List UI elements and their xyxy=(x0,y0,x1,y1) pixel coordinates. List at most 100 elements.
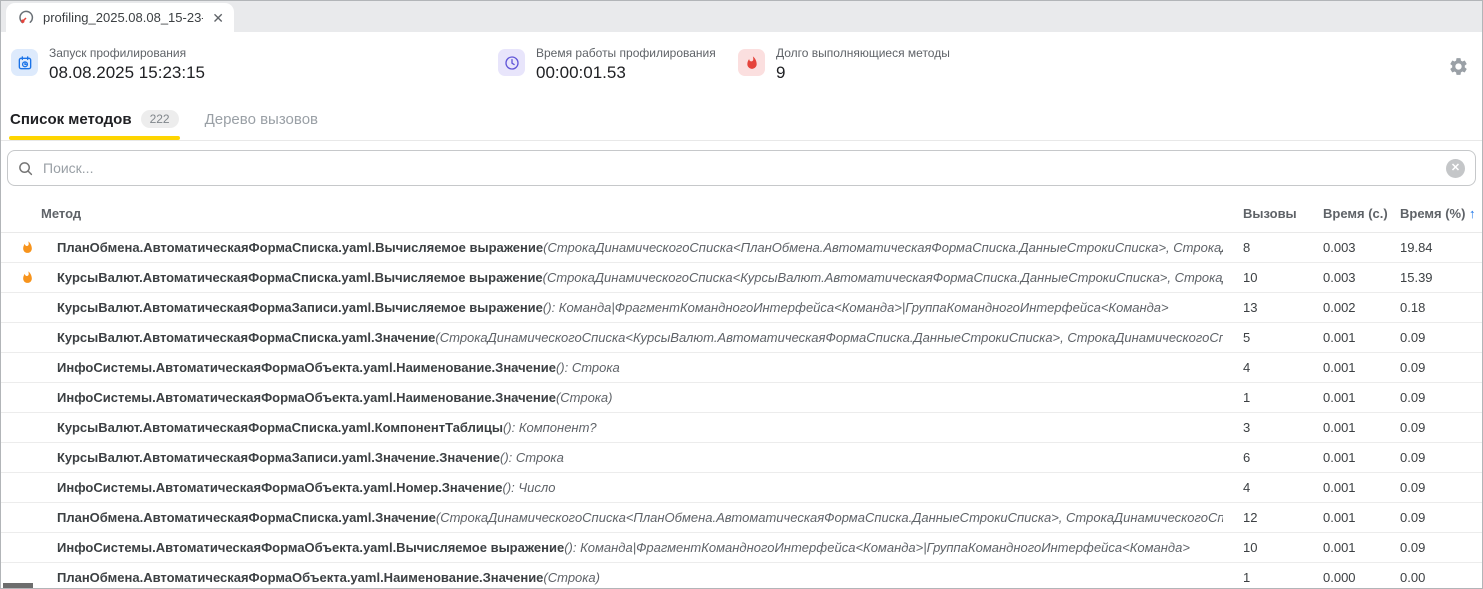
method-cell: ПланОбмена.АвтоматическаяФормаСписка.yam… xyxy=(1,510,1223,525)
table-row[interactable]: ПланОбмена.АвтоматическаяФормаОбъекта.ya… xyxy=(1,563,1482,589)
calls-value: 12 xyxy=(1223,510,1303,525)
time-pct-value: 15.39 xyxy=(1386,270,1482,285)
table-row[interactable]: ИнфоСистемы.АвтоматическаяФормаОбъекта.y… xyxy=(1,473,1482,503)
time-pct-value: 0.09 xyxy=(1386,510,1482,525)
gauge-icon xyxy=(18,10,34,26)
calls-value: 10 xyxy=(1223,540,1303,555)
method-signature: (СтрокаДинамическогоСписка<КурсыВалют.Ав… xyxy=(435,330,1223,345)
method-name: ПланОбмена.АвтоматическаяФормаСписка.yam… xyxy=(57,240,543,255)
method-name: ИнфоСистемы.АвтоматическаяФормаОбъекта.y… xyxy=(57,390,556,405)
column-header-time-pct[interactable]: Время (%) ↑ xyxy=(1386,206,1482,221)
method-text: КурсыВалют.АвтоматическаяФормаСписка.yam… xyxy=(57,420,597,435)
search-bar: ✕ xyxy=(7,150,1476,186)
calls-value: 1 xyxy=(1223,390,1303,405)
flame-icon xyxy=(21,241,36,254)
table-row[interactable]: КурсыВалют.АвтоматическаяФормаЗаписи.yam… xyxy=(1,443,1482,473)
column-header-calls[interactable]: Вызовы xyxy=(1223,206,1303,221)
tab-method-list[interactable]: Список методов 222 xyxy=(9,98,180,140)
stat-label: Запуск профилирования xyxy=(49,46,205,60)
method-cell: ИнфоСистемы.АвтоматическаяФормаОбъекта.y… xyxy=(1,480,1223,495)
clear-search-icon[interactable]: ✕ xyxy=(1446,159,1465,178)
method-signature: (СтрокаДинамическогоСписка<КурсыВалют.Ав… xyxy=(543,270,1223,285)
profiler-window: profiling_2025.08.08_15-23-15 ✕ Запуск п… xyxy=(0,0,1483,589)
calls-value: 4 xyxy=(1223,360,1303,375)
table-row[interactable]: КурсыВалют.АвтоматическаяФормаСписка.yam… xyxy=(1,263,1482,293)
stat-profiling-duration: Время работы профилирования 00:00:01.53 xyxy=(498,46,716,83)
method-name: ИнфоСистемы.АвтоматическаяФормаОбъекта.y… xyxy=(57,360,556,375)
window-tab-title: profiling_2025.08.08_15-23-15 xyxy=(43,10,203,25)
table-body: ПланОбмена.АвтоматическаяФормаСписка.yam… xyxy=(1,233,1482,589)
method-text: ПланОбмена.АвтоматическаяФормаСписка.yam… xyxy=(57,240,1223,255)
method-name: КурсыВалют.АвтоматическаяФормаСписка.yam… xyxy=(57,420,503,435)
stat-value: 9 xyxy=(776,63,950,83)
column-header-method[interactable]: Метод xyxy=(1,206,1223,221)
method-signature: (): Команда|ФрагментКомандногоИнтерфейса… xyxy=(543,300,1169,315)
search-input[interactable] xyxy=(41,159,1438,177)
profiling-window-tab[interactable]: profiling_2025.08.08_15-23-15 ✕ xyxy=(6,3,234,32)
tab-call-tree[interactable]: Дерево вызовов xyxy=(204,98,319,140)
method-cell: КурсыВалют.АвтоматическаяФормаЗаписи.yam… xyxy=(1,300,1223,315)
method-cell: КурсыВалют.АвтоматическаяФормаСписка.yam… xyxy=(1,270,1223,285)
calendar-clock-icon xyxy=(11,49,38,76)
tab-label: Дерево вызовов xyxy=(205,111,318,128)
calls-value: 13 xyxy=(1223,300,1303,315)
window-tab-bar: profiling_2025.08.08_15-23-15 ✕ xyxy=(1,1,1482,32)
method-name: КурсыВалют.АвтоматическаяФормаСписка.yam… xyxy=(57,330,435,345)
time-pct-value: 0.09 xyxy=(1386,540,1482,555)
table-row[interactable]: ИнфоСистемы.АвтоматическаяФормаОбъекта.y… xyxy=(1,383,1482,413)
stat-label: Долго выполняющиеся методы xyxy=(776,46,950,60)
method-name: ИнфоСистемы.АвтоматическаяФормаОбъекта.y… xyxy=(57,540,564,555)
method-cell: ИнфоСистемы.АвтоматическаяФормаОбъекта.y… xyxy=(1,540,1223,555)
method-cell: ИнфоСистемы.АвтоматическаяФормаОбъекта.y… xyxy=(1,390,1223,405)
time-s-value: 0.001 xyxy=(1303,450,1386,465)
method-signature: (Строка) xyxy=(556,390,613,405)
time-pct-value: 0.09 xyxy=(1386,420,1482,435)
table-row[interactable]: ПланОбмена.АвтоматическаяФормаСписка.yam… xyxy=(1,233,1482,263)
method-signature: (): Строка xyxy=(500,450,564,465)
time-s-value: 0.001 xyxy=(1303,390,1386,405)
method-name: КурсыВалют.АвтоматическаяФормаЗаписи.yam… xyxy=(57,450,500,465)
calls-value: 6 xyxy=(1223,450,1303,465)
method-signature: (): Компонент? xyxy=(503,420,597,435)
method-cell: ИнфоСистемы.АвтоматическаяФормаОбъекта.y… xyxy=(1,360,1223,375)
table-header: Метод Вызовы Время (с.) Время (%) ↑ xyxy=(1,195,1482,233)
time-pct-value: 0.09 xyxy=(1386,390,1482,405)
time-s-value: 0.001 xyxy=(1303,540,1386,555)
time-s-value: 0.003 xyxy=(1303,270,1386,285)
method-signature: (): Строка xyxy=(556,360,620,375)
time-pct-value: 19.84 xyxy=(1386,240,1482,255)
stats-row: Запуск профилирования 08.08.2025 15:23:1… xyxy=(1,32,1482,98)
table-row[interactable]: КурсыВалют.АвтоматическаяФормаЗаписи.yam… xyxy=(1,293,1482,323)
stat-value: 00:00:01.53 xyxy=(536,63,716,83)
method-name: ПланОбмена.АвтоматическаяФормаСписка.yam… xyxy=(57,510,436,525)
search-icon xyxy=(18,161,33,176)
method-text: ПланОбмена.АвтоматическаяФормаСписка.yam… xyxy=(57,510,1223,525)
time-s-value: 0.001 xyxy=(1303,360,1386,375)
method-cell: КурсыВалют.АвтоматическаяФормаЗаписи.yam… xyxy=(1,450,1223,465)
method-text: ИнфоСистемы.АвтоматическаяФормаОбъекта.y… xyxy=(57,360,620,375)
calls-value: 3 xyxy=(1223,420,1303,435)
method-signature: (СтрокаДинамическогоСписка<ПланОбмена.Ав… xyxy=(543,240,1223,255)
method-name: ПланОбмена.АвтоматическаяФормаОбъекта.ya… xyxy=(57,570,543,585)
method-text: ИнфоСистемы.АвтоматическаяФормаОбъекта.y… xyxy=(57,540,1190,555)
table-row[interactable]: ИнфоСистемы.АвтоматическаяФормаОбъекта.y… xyxy=(1,353,1482,383)
method-cell: КурсыВалют.АвтоматическаяФормаСписка.yam… xyxy=(1,420,1223,435)
table-row[interactable]: ПланОбмена.АвтоматическаяФормаСписка.yam… xyxy=(1,503,1482,533)
method-count-badge: 222 xyxy=(141,110,179,128)
method-cell: ПланОбмена.АвтоматическаяФормаСписка.yam… xyxy=(1,240,1223,255)
method-text: ИнфоСистемы.АвтоматическаяФормаОбъекта.y… xyxy=(57,390,613,405)
table-row[interactable]: КурсыВалют.АвтоматическаяФормаСписка.yam… xyxy=(1,413,1482,443)
method-cell: КурсыВалют.АвтоматическаяФормаСписка.yam… xyxy=(1,330,1223,345)
clock-icon xyxy=(498,49,525,76)
close-icon[interactable]: ✕ xyxy=(212,11,224,25)
table-row[interactable]: КурсыВалют.АвтоматическаяФормаСписка.yam… xyxy=(1,323,1482,353)
column-header-time-s[interactable]: Время (с.) xyxy=(1303,206,1386,221)
gear-icon[interactable] xyxy=(1448,56,1469,77)
method-text: КурсыВалют.АвтоматическаяФормаСписка.yam… xyxy=(57,330,1223,345)
time-s-value: 0.001 xyxy=(1303,510,1386,525)
calls-value: 5 xyxy=(1223,330,1303,345)
method-signature: (): Команда|ФрагментКомандногоИнтерфейса… xyxy=(564,540,1190,555)
calls-value: 4 xyxy=(1223,480,1303,495)
sort-ascending-icon: ↑ xyxy=(1469,206,1476,221)
table-row[interactable]: ИнфоСистемы.АвтоматическаяФормаОбъекта.y… xyxy=(1,533,1482,563)
